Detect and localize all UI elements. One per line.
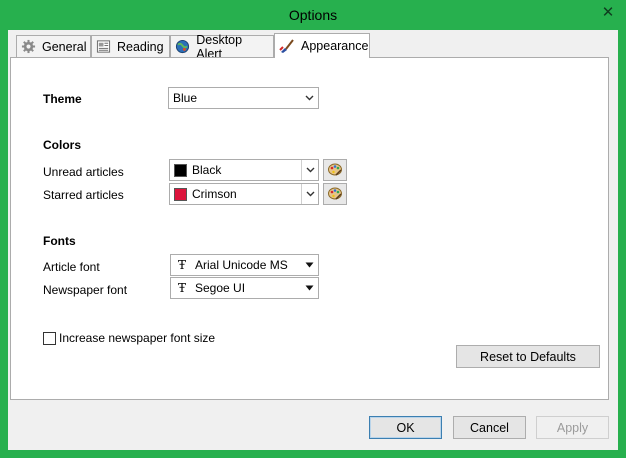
chevron-down-icon bbox=[301, 160, 318, 180]
tab-appearance[interactable]: Appearance bbox=[274, 33, 370, 58]
window-title: Options bbox=[288, 7, 338, 23]
newspaper-font-value: Segoe UI bbox=[195, 281, 246, 295]
article-font-select[interactable]: Ŧ Arial Unicode MS bbox=[170, 254, 319, 276]
starred-color-swatch bbox=[174, 187, 187, 201]
palette-icon bbox=[327, 185, 343, 204]
tab-reading[interactable]: Reading bbox=[91, 35, 170, 57]
dialog-client-area: General Reading Desktop Alert Appearance… bbox=[8, 30, 618, 450]
newspaper-icon bbox=[96, 39, 111, 55]
starred-color-select[interactable]: Crimson bbox=[169, 183, 319, 205]
increase-font-size-label[interactable]: Increase newspaper font size bbox=[59, 331, 215, 345]
chevron-down-icon bbox=[301, 184, 318, 204]
chevron-down-icon bbox=[305, 92, 314, 104]
cancel-button[interactable]: Cancel bbox=[453, 416, 526, 439]
gear-icon bbox=[21, 39, 36, 55]
tab-general[interactable]: General bbox=[16, 35, 91, 57]
apply-button[interactable]: Apply bbox=[536, 416, 609, 439]
theme-select[interactable]: Blue bbox=[168, 87, 319, 109]
title-bar: Options ✕ bbox=[0, 0, 626, 30]
tab-label: Appearance bbox=[301, 39, 369, 53]
increase-font-size-checkbox[interactable] bbox=[43, 332, 56, 345]
theme-value: Blue bbox=[173, 91, 198, 105]
article-font-label: Article font bbox=[43, 260, 100, 274]
unread-color-value: Black bbox=[192, 163, 222, 177]
fonts-heading: Fonts bbox=[43, 234, 76, 248]
tab-label: Reading bbox=[117, 39, 164, 54]
starred-color-value: Crimson bbox=[192, 187, 237, 201]
tab-desktop-alert[interactable]: Desktop Alert bbox=[170, 33, 274, 61]
appearance-panel: Theme Blue Colors Unread articles Black … bbox=[10, 57, 609, 400]
starred-articles-label: Starred articles bbox=[43, 188, 124, 202]
newspaper-font-label: Newspaper font bbox=[43, 283, 128, 297]
close-button[interactable]: ✕ bbox=[598, 4, 618, 22]
article-font-value: Arial Unicode MS bbox=[195, 258, 288, 272]
unread-color-palette-button[interactable] bbox=[323, 159, 347, 181]
dropdown-triangle-icon bbox=[305, 282, 314, 294]
starred-color-palette-button[interactable] bbox=[323, 183, 347, 205]
colors-heading: Colors bbox=[43, 138, 82, 152]
unread-color-swatch bbox=[174, 163, 187, 177]
globe-icon bbox=[175, 39, 190, 55]
font-icon: Ŧ bbox=[177, 258, 186, 272]
brush-icon bbox=[279, 38, 295, 54]
theme-label: Theme bbox=[43, 92, 82, 106]
palette-icon bbox=[327, 161, 343, 180]
unread-articles-label: Unread articles bbox=[43, 165, 124, 179]
font-icon: Ŧ bbox=[177, 281, 186, 295]
dropdown-triangle-icon bbox=[305, 259, 314, 271]
ok-button[interactable]: OK bbox=[369, 416, 442, 439]
newspaper-font-select[interactable]: Ŧ Segoe UI bbox=[170, 277, 319, 299]
reset-to-defaults-button[interactable]: Reset to Defaults bbox=[456, 345, 600, 368]
unread-color-select[interactable]: Black bbox=[169, 159, 319, 181]
tab-label: General bbox=[42, 39, 87, 54]
